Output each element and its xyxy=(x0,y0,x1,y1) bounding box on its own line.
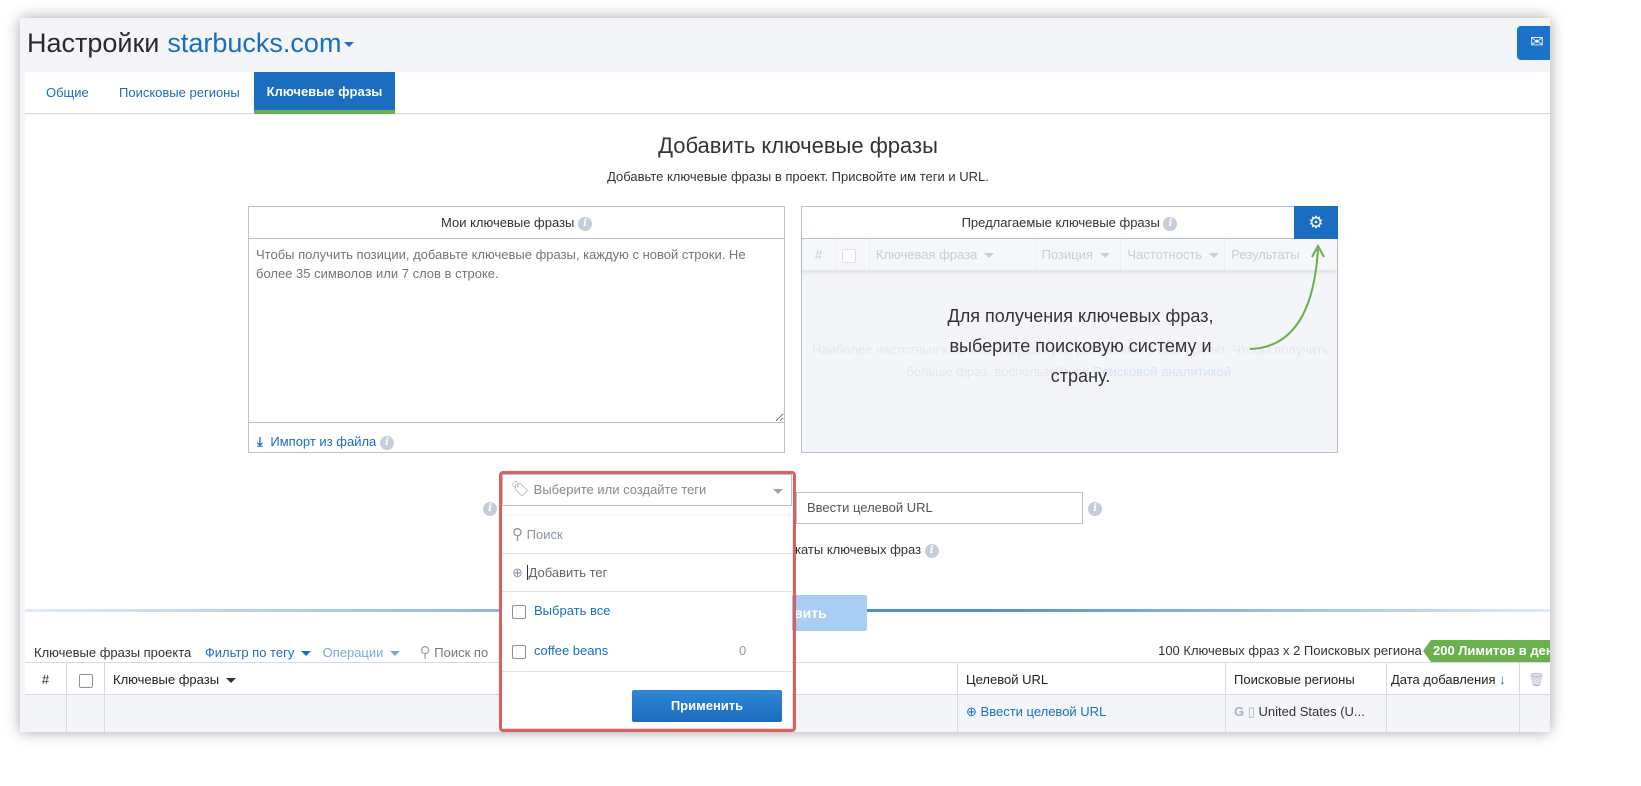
info-icon[interactable]: i xyxy=(924,543,939,558)
col-label: Позиция xyxy=(1041,247,1093,262)
col-number: # xyxy=(802,239,836,270)
col-frequency[interactable]: Частотность xyxy=(1121,239,1226,270)
settings-button[interactable]: ⚙ xyxy=(1294,206,1338,239)
search-icon: ⚲ xyxy=(419,644,431,661)
url-link-label: Ввести целевой URL xyxy=(980,704,1107,719)
tabs: Общие Поисковые регионы Ключевые фразы xyxy=(25,72,1550,114)
chevron-down-icon xyxy=(1208,253,1219,259)
chevron-down-icon xyxy=(390,651,401,657)
col-label: Частотность xyxy=(1127,247,1203,262)
col-checkbox[interactable] xyxy=(836,239,870,270)
tab-search-regions[interactable]: Поисковые регионы xyxy=(103,72,256,114)
suggested-title: Предлагаемые ключевые фразы xyxy=(961,215,1160,230)
select-all-checkbox[interactable] xyxy=(79,673,93,688)
chat-button[interactable]: ✉ xyxy=(1517,26,1550,60)
col-label: Ключевая фраза xyxy=(875,247,978,262)
region-name: United States (U... xyxy=(1258,704,1365,719)
toolbar-title: Ключевые фразы проекта xyxy=(34,645,192,660)
button-label: вить xyxy=(794,605,827,621)
highlight-outline xyxy=(499,471,796,732)
plus-circle-icon: ⊕ xyxy=(966,704,977,719)
page-title: Настройки starbucks.com xyxy=(27,28,355,59)
col-label: Дата добавления xyxy=(1391,672,1496,687)
google-icon: G xyxy=(1234,704,1245,719)
col-target-url: Целевой URL xyxy=(958,663,1226,696)
chevron-down-icon xyxy=(300,651,311,657)
col-regions: Поисковые регионы xyxy=(1226,663,1387,696)
download-icon: ⤓ xyxy=(257,434,263,449)
tab-keywords[interactable]: Ключевые фразы xyxy=(254,72,395,114)
col-label: Ключевые фразы xyxy=(113,672,220,687)
my-keywords-header: Мои ключевые фразы i xyxy=(249,207,784,239)
suggested-header: Предлагаемые ключевые фразы i ⚙ xyxy=(802,206,1338,239)
project-selector[interactable]: starbucks.com xyxy=(167,28,355,58)
col-keyword[interactable]: Ключевая фраза xyxy=(870,239,1036,270)
url-placeholder: Ввести целевой URL xyxy=(807,500,933,515)
chevron-down-icon xyxy=(344,42,355,48)
gear-icon: ⚙ xyxy=(1308,213,1324,232)
region-cell: G ▯ United States (U... xyxy=(1226,695,1387,732)
keyword-search-input[interactable]: Поиск по xyxy=(434,645,488,660)
tag-filter-dropdown[interactable]: Фильтр по тегу xyxy=(205,645,311,660)
import-file-link[interactable]: Импорт из файла xyxy=(270,434,376,449)
keywords-textarea[interactable] xyxy=(249,239,784,423)
target-url-input[interactable]: Ввести целевой URL xyxy=(796,492,1083,524)
project-keywords-toolbar: Ключевые фразы проекта Фильтр по тегу Оп… xyxy=(34,643,488,661)
add-keywords-button[interactable]: вить xyxy=(792,595,867,631)
title-text: Настройки xyxy=(27,28,160,58)
trash-icon[interactable]: 🗑 xyxy=(1520,663,1550,696)
hint-arrow-icon xyxy=(1249,243,1325,350)
info-icon[interactable]: i xyxy=(379,435,394,450)
limits-text: 100 Ключевых фраз x 2 Поисковых региона … xyxy=(1158,643,1433,658)
project-name: starbucks.com xyxy=(167,28,342,58)
cell xyxy=(25,695,67,732)
col-date[interactable]: Дата добавления ↓ xyxy=(1387,663,1520,696)
info-icon[interactable]: i xyxy=(483,502,497,516)
filter-label: Фильтр по тегу xyxy=(204,645,295,660)
cell xyxy=(67,695,105,732)
section-subtitle: Добавьте ключевые фразы в проект. Присво… xyxy=(607,169,989,184)
import-row: ⤓ Импорт из файла i xyxy=(249,428,784,458)
col-position[interactable]: Позиция xyxy=(1036,239,1122,270)
remove-duplicates-label[interactable]: каты ключевых фраз i xyxy=(795,542,939,558)
col-checkbox[interactable] xyxy=(67,663,105,696)
sort-down-icon: ↓ xyxy=(1499,672,1506,687)
chevron-down-icon xyxy=(983,253,994,259)
info-icon[interactable]: i xyxy=(578,216,592,231)
suggested-keywords-panel: Предлагаемые ключевые фразы i ⚙ # Ключев… xyxy=(801,206,1338,453)
my-keywords-panel: Мои ключевые фразы i ⤓ Импорт из файла i xyxy=(248,206,785,453)
hint-line: страну. xyxy=(1050,366,1111,386)
chevron-down-icon xyxy=(225,678,236,684)
info-icon[interactable]: i xyxy=(1163,216,1178,231)
chat-icon: ✉ xyxy=(1530,34,1544,51)
cell xyxy=(1387,695,1520,732)
info-icon[interactable]: i xyxy=(1088,502,1102,516)
duplicates-text: каты ключевых фраз xyxy=(795,542,922,557)
section-title: Добавить ключевые фразы xyxy=(658,133,938,158)
operations-dropdown[interactable]: Операции xyxy=(322,645,401,660)
checkbox[interactable] xyxy=(841,248,856,263)
my-keywords-title: Мои ключевые фразы xyxy=(441,215,575,230)
limits-badge: 200 Лимитов в день xyxy=(1423,640,1550,662)
tab-general[interactable]: Общие xyxy=(30,72,105,114)
chevron-down-icon xyxy=(1099,253,1110,259)
operations-label: Операции xyxy=(322,645,384,660)
add-url-link[interactable]: ⊕ Ввести целевой URL xyxy=(958,695,1226,732)
mobile-icon: ▯ xyxy=(1247,704,1255,719)
col-number: # xyxy=(25,663,67,696)
